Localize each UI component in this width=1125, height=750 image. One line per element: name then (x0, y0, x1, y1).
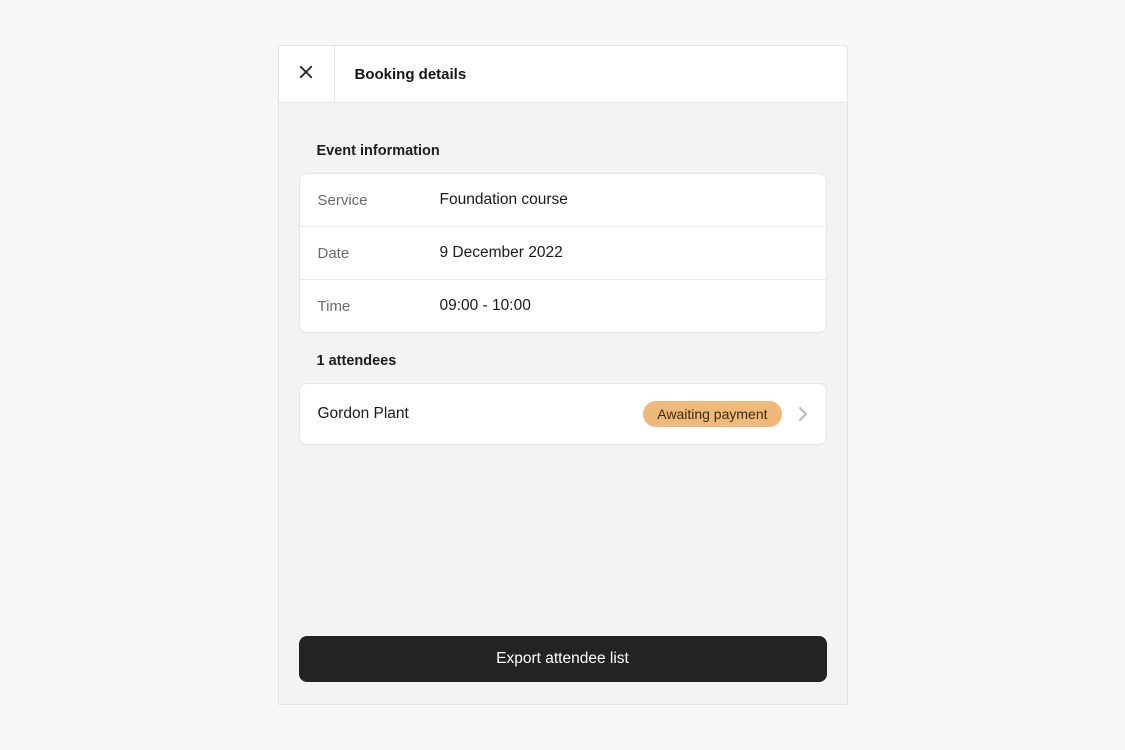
status-badge: Awaiting payment (643, 401, 781, 427)
event-info-title: Event information (317, 143, 827, 159)
event-date-value: 9 December 2022 (440, 244, 563, 262)
event-service-value: Foundation course (440, 191, 568, 209)
booking-details-panel: Booking details Event information Servic… (278, 45, 848, 705)
event-date-label: Date (318, 245, 440, 262)
event-time-value: 09:00 - 10:00 (440, 297, 531, 315)
event-info-card: Service Foundation course Date 9 Decembe… (299, 173, 827, 333)
attendee-name: Gordon Plant (318, 405, 644, 423)
close-icon (297, 63, 315, 86)
event-service-row: Service Foundation course (300, 174, 826, 226)
attendees-title: 1 attendees (317, 353, 827, 369)
attendee-row[interactable]: Gordon Plant Awaiting payment (300, 384, 826, 444)
event-service-label: Service (318, 192, 440, 209)
panel-body: Event information Service Foundation cou… (279, 103, 847, 704)
chevron-right-icon (798, 406, 808, 422)
event-date-row: Date 9 December 2022 (300, 226, 826, 279)
event-time-label: Time (318, 298, 440, 315)
close-button[interactable] (279, 46, 335, 102)
page-title: Booking details (335, 46, 467, 102)
event-time-row: Time 09:00 - 10:00 (300, 279, 826, 332)
export-attendee-list-button[interactable]: Export attendee list (299, 636, 827, 682)
panel-header: Booking details (279, 46, 847, 103)
attendees-card: Gordon Plant Awaiting payment (299, 383, 827, 445)
